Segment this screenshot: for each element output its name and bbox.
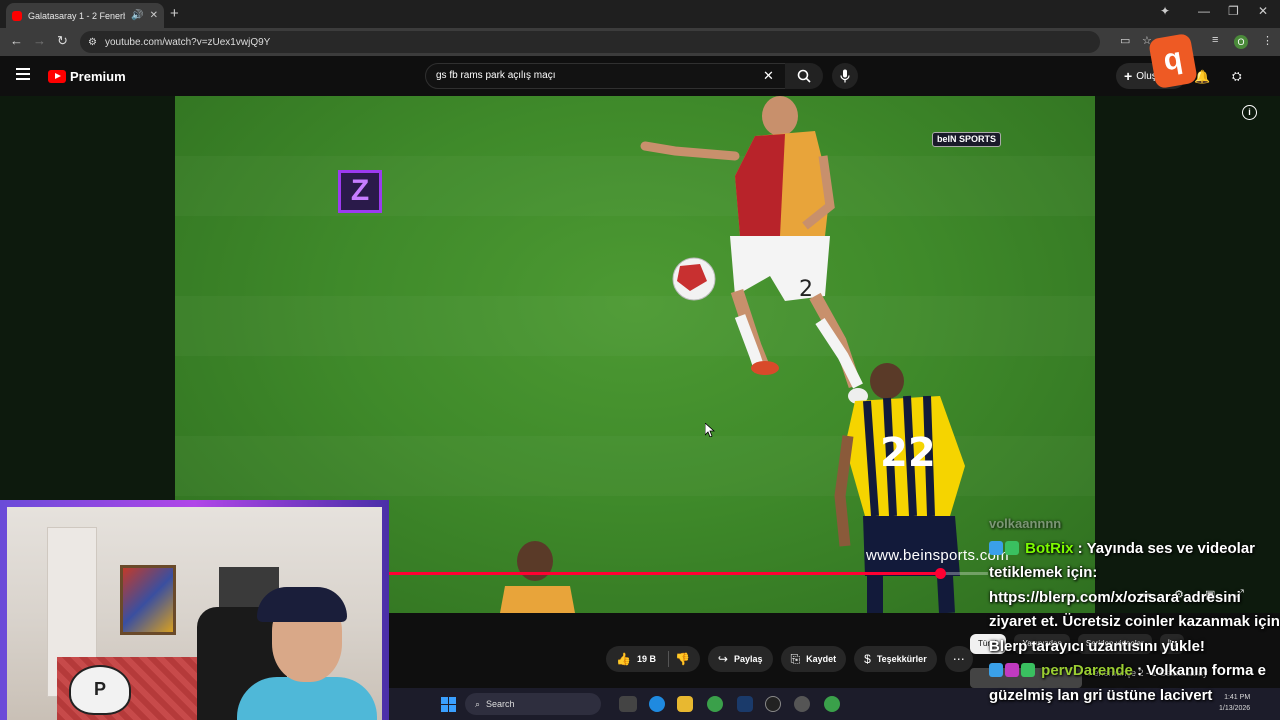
minimize-icon[interactable]: —	[1198, 4, 1210, 18]
youtube-play-icon	[48, 70, 66, 83]
shorts-number: 2	[799, 277, 813, 302]
browser-tabstrip: Galatasaray 1 - 2 Fenerbahçe 🔊 ✕ + ✦ — ❐…	[0, 0, 1280, 28]
streamer-shirt	[237, 677, 377, 720]
save-label: Kaydet	[806, 654, 837, 664]
thumbs-up-icon: 👍	[616, 652, 631, 666]
notifications-bell-icon[interactable]: 🔔	[1194, 69, 1210, 85]
browser-tab[interactable]: Galatasaray 1 - 2 Fenerbahçe 🔊 ✕	[6, 3, 164, 28]
like-count: 19 B	[636, 654, 656, 664]
close-tab-icon[interactable]: ✕	[150, 10, 158, 21]
progress-bar[interactable]	[388, 568, 988, 579]
search-button[interactable]	[785, 63, 823, 89]
mascot-logo: P	[69, 665, 131, 715]
youtube-masthead: Premium gs fb rams park açılış maçı ✕ + …	[0, 56, 1280, 96]
chrome-icon[interactable]	[707, 696, 723, 712]
like-button[interactable]: 👍 19 B 👎	[606, 646, 700, 672]
search-icon: ⌕	[475, 698, 481, 709]
webcam-feed: P	[7, 507, 382, 720]
scrubber-knob[interactable]	[935, 568, 946, 579]
chat-username: pervDarende	[1041, 662, 1133, 679]
menu-icon[interactable]	[16, 68, 30, 80]
file-explorer-icon[interactable]	[677, 696, 693, 712]
forward-icon[interactable]: →	[33, 33, 46, 48]
cast-icon[interactable]: ▭	[1120, 34, 1130, 47]
thanks-icon: $	[864, 652, 871, 666]
channel-badge: Z	[338, 170, 382, 213]
edge-icon[interactable]	[649, 696, 665, 712]
media-control-icon[interactable]: ≡	[1212, 34, 1218, 46]
profile-avatar[interactable]: O	[1234, 35, 1248, 49]
sparkle-icon[interactable]: ✦	[1160, 4, 1170, 18]
chat-badge-icon	[989, 540, 1003, 555]
mouse-cursor-icon	[705, 423, 715, 437]
bein-sports-logo: beIN SPORTS	[932, 132, 1002, 147]
task-view-icon[interactable]	[619, 696, 637, 712]
site-info-icon[interactable]: ⚙	[88, 37, 97, 48]
speaker-icon[interactable]: 🔊	[131, 10, 143, 21]
share-label: Paylaş	[733, 654, 763, 664]
football	[672, 257, 716, 301]
obs-icon[interactable]	[765, 696, 781, 712]
browser-menu-icon[interactable]: ⋮	[1262, 34, 1273, 47]
chat-badge-icon	[989, 663, 1003, 677]
thumbs-down-icon[interactable]: 👎	[675, 652, 690, 666]
info-icon[interactable]: i	[1242, 105, 1257, 120]
broadcaster-url: www.beinsports.com	[866, 547, 1009, 564]
maximize-icon[interactable]: ❐	[1228, 4, 1239, 18]
search-icon	[797, 69, 811, 83]
browser-toolbar: ← → ↻ ⚙ youtube.com/watch?v=zUex1vwjQ9Y …	[0, 28, 1280, 56]
youtube-favicon-icon	[12, 10, 22, 21]
screen: Galatasaray 1 - 2 Fenerbahçe 🔊 ✕ + ✦ — ❐…	[0, 0, 1280, 720]
chat-badge-icon	[1021, 663, 1035, 677]
steam-icon[interactable]	[737, 696, 753, 712]
windows-start-icon[interactable]	[441, 697, 456, 712]
tab-title: Galatasaray 1 - 2 Fenerbahçe	[28, 10, 125, 21]
streamer	[237, 587, 377, 720]
chat-badge-icon	[1005, 663, 1019, 677]
stream-chat-overlay: volkaannnn BotRix : Yayında ses ve video…	[989, 512, 1280, 708]
chat-faded-message: volkaannnn	[989, 516, 1062, 531]
thanks-label: Teşekkürler	[876, 654, 927, 664]
video-actions: 👍 19 B 👎 ↪ Paylaş ⎘ Kaydet $ Teşekkürler…	[606, 646, 973, 672]
stream-overlay-logo: q	[1147, 32, 1199, 90]
divider	[667, 651, 669, 667]
chat-message: pervDarende : Volkanın forma e güzelmiş …	[989, 662, 1266, 704]
address-bar[interactable]: ⚙ youtube.com/watch?v=zUex1vwjQ9Y	[80, 31, 1100, 53]
logo-text: Premium	[70, 69, 126, 84]
more-actions-button[interactable]: ⋯	[944, 646, 973, 672]
share-icon: ↪	[717, 652, 728, 666]
jersey-number: 22	[880, 430, 936, 476]
galatasaray-player: 2	[640, 96, 868, 404]
more-icon: ⋯	[952, 652, 965, 666]
search-input[interactable]: gs fb rams park açılış maçı	[425, 63, 787, 89]
save-button[interactable]: ⎘ Kaydet	[780, 646, 847, 672]
microphone-icon	[840, 69, 850, 83]
progress-fill	[388, 572, 940, 575]
youtube-logo[interactable]: Premium	[48, 69, 126, 84]
streamer-cap	[257, 587, 347, 622]
webcam-painting	[120, 565, 176, 635]
reload-icon[interactable]: ↻	[57, 33, 68, 49]
clear-search-icon[interactable]: ✕	[763, 68, 774, 84]
chat-username: BotRix	[1025, 539, 1074, 557]
partial-player	[500, 541, 575, 613]
url-text: youtube.com/watch?v=zUex1vwjQ9Y	[104, 36, 271, 48]
account-icon[interactable]: ⛭	[1232, 69, 1242, 84]
close-window-icon[interactable]: ✕	[1258, 4, 1268, 18]
share-button[interactable]: ↪ Paylaş	[707, 646, 773, 672]
new-tab-icon[interactable]: +	[170, 5, 179, 22]
chrome-active-icon[interactable]	[824, 696, 840, 712]
taskbar-search-label: Search	[486, 699, 515, 709]
voice-search-button[interactable]	[832, 63, 858, 89]
bookmark-icon: ⎘	[790, 651, 801, 666]
back-icon[interactable]: ←	[10, 33, 23, 48]
plus-icon: +	[1124, 68, 1133, 84]
app-icon[interactable]	[794, 696, 810, 712]
chat-badge-icon	[1005, 540, 1019, 555]
taskbar-search[interactable]: ⌕ Search	[465, 693, 601, 715]
chat-message: BotRix : Yayında ses ve videolar tetikle…	[989, 539, 1280, 655]
thanks-button[interactable]: $ Teşekkürler	[854, 646, 937, 672]
